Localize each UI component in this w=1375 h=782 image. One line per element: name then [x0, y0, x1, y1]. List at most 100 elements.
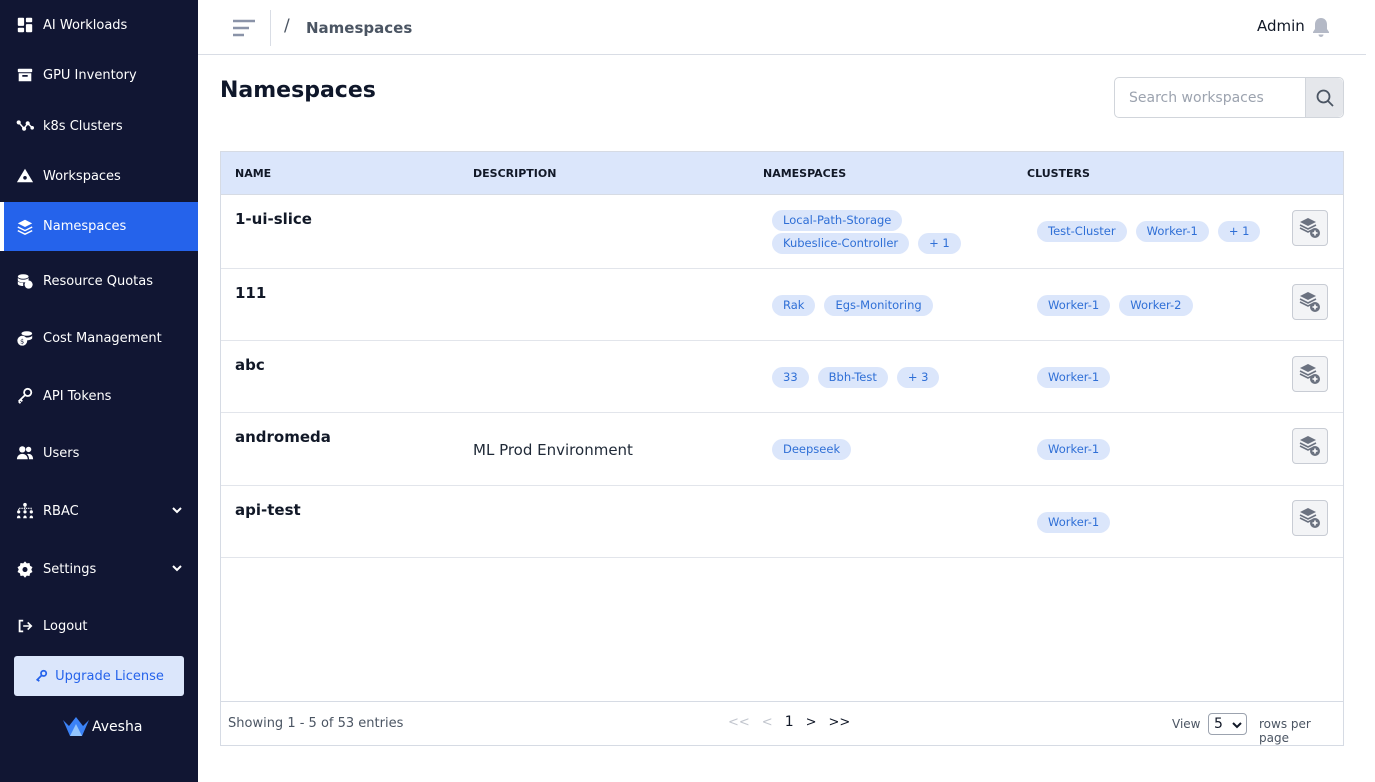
key-icon [16, 387, 34, 405]
namespaces-table: NAME DESCRIPTION NAMESPACES CLUSTERS 1-u… [220, 151, 1344, 746]
add-namespace-button[interactable] [1292, 356, 1328, 392]
namespace-more-chip[interactable]: + 3 [896, 367, 940, 388]
sidebar-item-label: Cost Management [43, 330, 162, 346]
sidebar-item-users[interactable]: Users [0, 430, 198, 476]
rows-per-page-label: rows per page [1259, 717, 1311, 745]
breadcrumb[interactable]: Namespaces [306, 19, 412, 37]
current-page[interactable]: 1 [785, 714, 794, 730]
cluster-chip[interactable]: Worker-1 [1037, 439, 1111, 460]
cluster-chip[interactable]: Worker-2 [1119, 295, 1193, 316]
sidebar-item-cost-management[interactable]: $ Cost Management [0, 315, 198, 361]
sidebar-item-label: Settings [43, 561, 97, 577]
prev-page-button[interactable]: < [762, 715, 773, 730]
search-box [1114, 77, 1344, 118]
chevron-down-icon [1232, 722, 1242, 729]
row-name[interactable]: 111 [235, 284, 266, 302]
column-header-description[interactable]: DESCRIPTION [473, 167, 556, 180]
namespace-chip[interactable]: Local-Path-Storage [772, 210, 903, 231]
table-row[interactable]: api-test Worker-1 [221, 486, 1343, 558]
sidebar: AI Workloads GPU Inventory k8s Clusters … [0, 0, 198, 782]
add-namespace-button[interactable] [1292, 428, 1328, 464]
namespace-chip[interactable]: Bbh-Test [817, 367, 888, 388]
sidebar-item-label: Workspaces [43, 168, 121, 184]
menu-toggle-icon[interactable] [232, 17, 256, 39]
sidebar-item-settings[interactable]: Settings [0, 546, 198, 592]
divider [270, 10, 271, 46]
search-icon [1316, 89, 1334, 107]
namespace-chips: Rak Egs-Monitoring [772, 295, 1012, 318]
add-namespace-button[interactable] [1292, 500, 1328, 536]
namespace-chips: Deepseek [772, 439, 1012, 462]
gear-icon [16, 560, 34, 578]
sidebar-item-gpu-inventory[interactable]: GPU Inventory [0, 52, 198, 98]
layers-icon [16, 218, 34, 236]
last-page-button[interactable]: >> [829, 715, 851, 730]
cluster-chip[interactable]: Worker-1 [1037, 295, 1111, 316]
row-name[interactable]: api-test [235, 501, 301, 519]
topbar: / Namespaces Admin [198, 0, 1366, 55]
search-input[interactable] [1115, 78, 1305, 117]
sidebar-item-workspaces[interactable]: Workspaces [0, 153, 198, 199]
coins-icon [16, 272, 34, 290]
namespace-chip[interactable]: Rak [772, 295, 816, 316]
brand-name: Avesha [92, 719, 143, 735]
cluster-chip[interactable]: Worker-1 [1037, 512, 1111, 533]
cluster-more-chip[interactable]: + 1 [1217, 221, 1261, 242]
table-row[interactable]: abc 33 Bbh-Test + 3 Worker-1 [221, 341, 1343, 413]
chevron-down-icon[interactable] [170, 503, 184, 517]
layers-add-icon [1299, 292, 1320, 312]
add-namespace-button[interactable] [1292, 210, 1328, 246]
table-row[interactable]: andromeda ML Prod Environment Deepseek W… [221, 413, 1343, 486]
logout-icon [16, 617, 34, 635]
sidebar-item-logout[interactable]: Logout [0, 603, 198, 649]
namespace-chip[interactable]: 33 [772, 367, 809, 388]
sidebar-item-api-tokens[interactable]: API Tokens [0, 373, 198, 419]
namespace-chip[interactable]: Egs-Monitoring [824, 295, 933, 316]
cluster-chip[interactable]: Worker-1 [1037, 367, 1111, 388]
next-page-button[interactable]: > [806, 715, 817, 730]
add-namespace-button[interactable] [1292, 284, 1328, 320]
avesha-crown-icon [63, 717, 89, 736]
cluster-chip[interactable]: Test-Cluster [1037, 221, 1127, 242]
namespace-chip[interactable]: Deepseek [772, 439, 852, 460]
sidebar-item-label: Logout [43, 618, 88, 634]
page-title: Namespaces [220, 78, 376, 103]
sidebar-item-label: AI Workloads [43, 17, 128, 33]
row-name[interactable]: 1-ui-slice [235, 210, 312, 228]
sidebar-item-ai-workloads[interactable]: AI Workloads [0, 2, 198, 48]
app-root: AI Workloads GPU Inventory k8s Clusters … [0, 0, 1375, 782]
layers-add-icon [1299, 508, 1320, 528]
cluster-nodes-icon [16, 117, 34, 135]
sidebar-item-namespaces[interactable]: Namespaces [0, 202, 198, 251]
cluster-chips: Test-Cluster Worker-1 + 1 [1037, 221, 1277, 244]
workspace-icon [16, 167, 34, 185]
svg-text:$: $ [20, 338, 24, 345]
row-name[interactable]: abc [235, 356, 265, 374]
namespace-more-chip[interactable]: + 1 [918, 233, 961, 254]
table-row[interactable]: 1-ui-slice Local-Path-Storage Kubeslice-… [221, 195, 1343, 269]
table-header: NAME DESCRIPTION NAMESPACES CLUSTERS [221, 152, 1343, 195]
first-page-button[interactable]: << [728, 715, 750, 730]
search-button[interactable] [1305, 78, 1343, 117]
user-name[interactable]: Admin [1257, 17, 1305, 35]
chevron-down-icon[interactable] [170, 561, 184, 575]
column-header-name[interactable]: NAME [235, 167, 271, 180]
sidebar-item-rbac[interactable]: RBAC [0, 488, 198, 534]
sidebar-item-label: Namespaces [43, 219, 127, 234]
sidebar-item-k8s-clusters[interactable]: k8s Clusters [0, 103, 198, 149]
layers-add-icon [1299, 364, 1320, 384]
rows-per-page-select[interactable]: 5 [1208, 713, 1247, 735]
view-label: View [1172, 717, 1201, 731]
row-description: ML Prod Environment [473, 441, 633, 459]
upgrade-license-button[interactable]: Upgrade License [14, 656, 184, 696]
table-row[interactable]: 111 Rak Egs-Monitoring Worker-1 Worker-2 [221, 269, 1343, 341]
bell-icon[interactable] [1310, 16, 1332, 38]
column-header-namespaces[interactable]: NAMESPACES [763, 167, 846, 180]
column-header-clusters[interactable]: CLUSTERS [1027, 167, 1090, 180]
sidebar-item-resource-quotas[interactable]: Resource Quotas [0, 258, 198, 304]
cluster-chip[interactable]: Worker-1 [1135, 221, 1209, 242]
namespace-chip[interactable]: Kubeslice-Controller [772, 233, 910, 254]
sidebar-item-label: Resource Quotas [43, 273, 154, 289]
dashboard-icon [16, 16, 34, 34]
row-name[interactable]: andromeda [235, 428, 331, 446]
